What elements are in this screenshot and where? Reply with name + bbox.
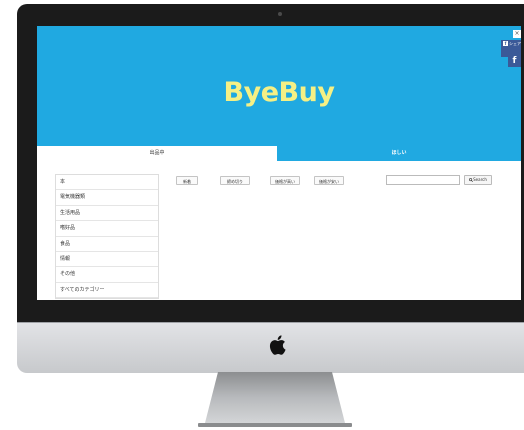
search-input[interactable]	[386, 175, 460, 185]
search-button-label: Search	[473, 177, 487, 182]
apple-logo-icon	[269, 335, 286, 355]
category-item-information[interactable]: 情報	[56, 252, 158, 268]
category-item-electronics[interactable]: 電気機器類	[56, 190, 158, 206]
category-list: 本 電気機器類 生活用品 嗜好品 食品 情報 その他 すべてのカテゴリー	[55, 174, 159, 300]
tab-bar: 出品中 ほしい	[37, 146, 521, 161]
category-item-other[interactable]: その他	[56, 267, 158, 283]
category-item-luxuries[interactable]: 嗜好品	[56, 221, 158, 237]
hero-banner: ByeBuy × f シェア f	[37, 26, 521, 146]
tab-listing[interactable]: 出品中	[37, 146, 277, 161]
tab-wanted[interactable]: ほしい	[277, 146, 521, 161]
search-button[interactable]: Search	[464, 175, 492, 185]
share-tab-label: シェア	[509, 41, 521, 46]
browser-screen: ByeBuy × f シェア f 出品中 ほしい 本 電気機器類 生活用品 嗜好品…	[37, 26, 521, 300]
sort-newest-button[interactable]: 新着	[176, 176, 198, 185]
category-item-household[interactable]: 生活用品	[56, 206, 158, 222]
category-item-books[interactable]: 本	[56, 175, 158, 191]
imac-stand	[198, 372, 352, 427]
camera-icon	[278, 12, 282, 16]
facebook-icon: f	[503, 41, 508, 46]
facebook-button[interactable]: f	[508, 54, 521, 67]
category-item-all[interactable]: すべてのカテゴリー	[56, 283, 158, 299]
sort-price-high-button[interactable]: 価格が高い	[270, 176, 300, 185]
category-item-food[interactable]: 食品	[56, 237, 158, 252]
device-mockup: ByeBuy × f シェア f 出品中 ほしい 本 電気機器類 生活用品 嗜好品…	[0, 0, 524, 430]
share-close-button[interactable]: ×	[513, 30, 521, 38]
sort-deadline-button[interactable]: 締め切り	[220, 176, 250, 185]
sort-price-low-button[interactable]: 価格が安い	[314, 176, 344, 185]
site-logo[interactable]: ByeBuy	[37, 75, 521, 111]
